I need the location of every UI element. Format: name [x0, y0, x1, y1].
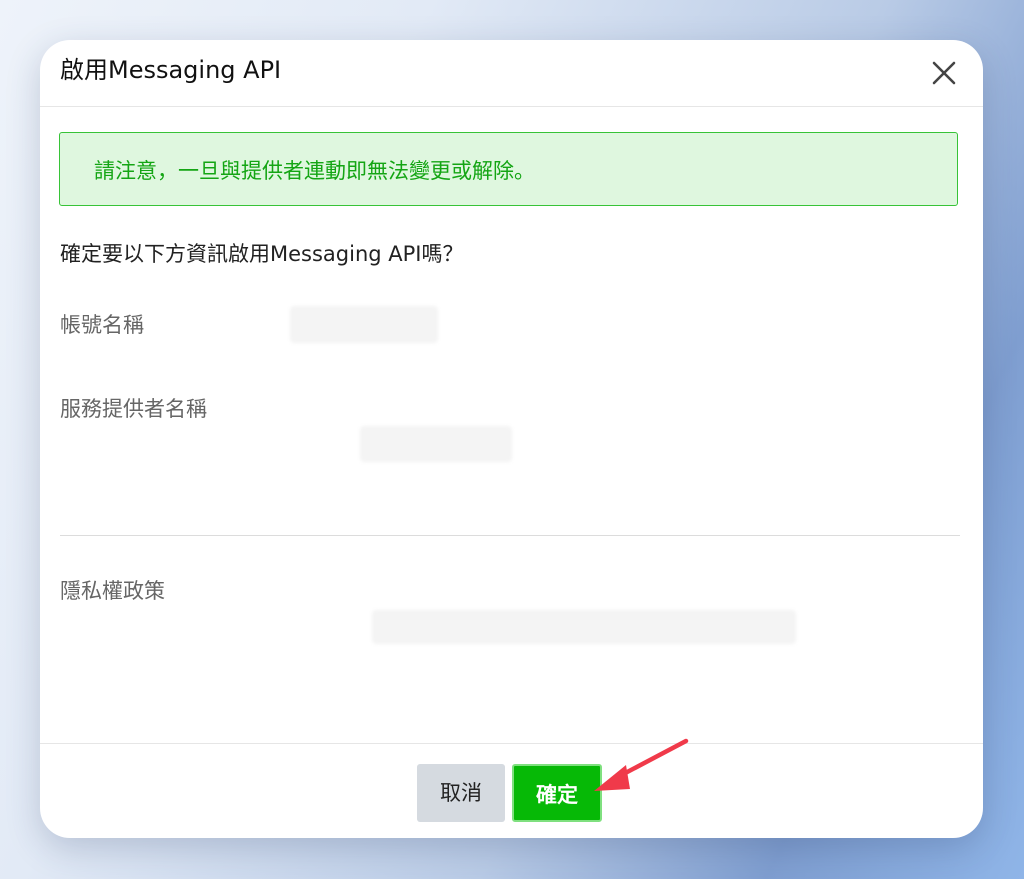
confirmation-question: 確定要以下方資訊啟用Messaging API嗎？ — [60, 242, 464, 266]
enable-messaging-api-dialog: 啟用Messaging API 請注意，一旦與提供者連動即無法變更或解除。 確定… — [40, 40, 983, 838]
dialog-title: 啟用Messaging API — [60, 56, 282, 84]
cancel-button[interactable]: 取消 — [417, 764, 505, 822]
close-icon — [932, 61, 956, 85]
warning-notice: 請注意，一旦與提供者連動即無法變更或解除。 — [59, 132, 958, 206]
account-name-value-redacted — [290, 306, 438, 343]
close-button[interactable] — [927, 56, 961, 90]
red-arrow-annotation — [594, 738, 689, 791]
warning-notice-text: 請注意，一旦與提供者連動即無法變更或解除。 — [94, 159, 535, 183]
provider-name-label: 服務提供者名稱 — [60, 397, 207, 421]
privacy-policy-label: 隱私權政策 — [60, 579, 165, 603]
dialog-header: 啟用Messaging API — [40, 40, 983, 107]
privacy-policy-value-redacted — [372, 610, 796, 644]
account-name-label: 帳號名稱 — [60, 313, 144, 337]
dialog-footer: 取消 確定 — [40, 743, 983, 838]
section-divider — [60, 535, 960, 536]
provider-name-value-redacted — [360, 426, 512, 462]
